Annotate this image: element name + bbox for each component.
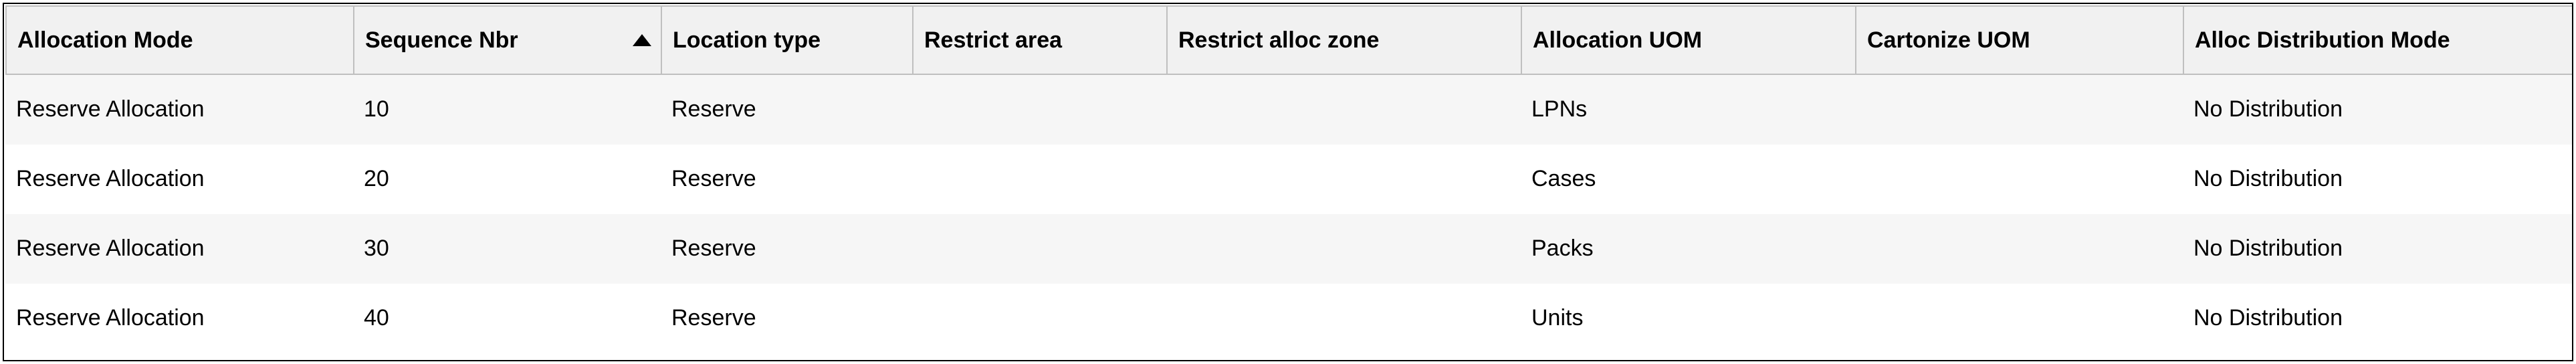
cell-allocation-mode: Reserve Allocation: [5, 145, 353, 214]
cell-restrict-area: [912, 214, 1166, 284]
cell-restrict-area: [912, 284, 1166, 353]
column-header-cartonize-uom[interactable]: Cartonize UOM: [1855, 5, 2183, 75]
column-header-label: Location type: [673, 27, 821, 53]
cell-allocation-mode: Reserve Allocation: [5, 284, 353, 353]
cell-restrict-alloc-zone: [1166, 145, 1521, 214]
cell-location-type: Reserve: [661, 75, 912, 145]
column-header-label: Sequence Nbr: [365, 27, 518, 53]
cell-location-type: Reserve: [661, 214, 912, 284]
sort-ascending-icon: [633, 34, 651, 46]
column-header-restrict-area[interactable]: Restrict area: [912, 5, 1166, 75]
table-row[interactable]: Reserve Allocation 20 Reserve Cases No D…: [5, 145, 2573, 214]
cell-restrict-alloc-zone: [1166, 214, 1521, 284]
cell-allocation-mode: Reserve Allocation: [5, 75, 353, 145]
cell-alloc-distribution-mode: No Distribution: [2183, 214, 2573, 284]
cell-allocation-uom: Packs: [1521, 214, 1855, 284]
cell-allocation-uom: Units: [1521, 284, 1855, 353]
column-header-label: Cartonize UOM: [1867, 27, 2030, 53]
cell-restrict-alloc-zone: [1166, 75, 1521, 145]
column-header-label: Restrict alloc zone: [1178, 27, 1379, 53]
cell-cartonize-uom: [1855, 284, 2183, 353]
cell-allocation-uom: LPNs: [1521, 75, 1855, 145]
cell-location-type: Reserve: [661, 284, 912, 353]
table-row[interactable]: Reserve Allocation 30 Reserve Packs No D…: [5, 214, 2573, 284]
cell-cartonize-uom: [1855, 214, 2183, 284]
column-header-location-type[interactable]: Location type: [661, 5, 912, 75]
cell-allocation-uom: Cases: [1521, 145, 1855, 214]
table-body: Reserve Allocation 10 Reserve LPNs No Di…: [5, 75, 2573, 353]
column-header-label: Restrict area: [924, 27, 1062, 53]
column-header-label: Allocation UOM: [1533, 27, 1702, 53]
cell-restrict-area: [912, 75, 1166, 145]
cell-sequence-nbr: 20: [353, 145, 661, 214]
allocation-rules-table: Allocation Mode Sequence Nbr Location ty…: [5, 5, 2573, 353]
cell-sequence-nbr: 30: [353, 214, 661, 284]
column-header-label: Alloc Distribution Mode: [2195, 27, 2450, 53]
cell-location-type: Reserve: [661, 145, 912, 214]
cell-cartonize-uom: [1855, 75, 2183, 145]
cell-restrict-alloc-zone: [1166, 284, 1521, 353]
cell-restrict-area: [912, 145, 1166, 214]
table-row[interactable]: Reserve Allocation 40 Reserve Units No D…: [5, 284, 2573, 353]
table-row[interactable]: Reserve Allocation 10 Reserve LPNs No Di…: [5, 75, 2573, 145]
column-header-restrict-alloc-zone[interactable]: Restrict alloc zone: [1166, 5, 1521, 75]
cell-alloc-distribution-mode: No Distribution: [2183, 284, 2573, 353]
column-header-sequence-nbr[interactable]: Sequence Nbr: [353, 5, 661, 75]
cell-alloc-distribution-mode: No Distribution: [2183, 75, 2573, 145]
cell-allocation-mode: Reserve Allocation: [5, 214, 353, 284]
column-header-alloc-distribution-mode[interactable]: Alloc Distribution Mode: [2183, 5, 2573, 75]
cell-alloc-distribution-mode: No Distribution: [2183, 145, 2573, 214]
cell-sequence-nbr: 40: [353, 284, 661, 353]
column-header-label: Allocation Mode: [17, 27, 193, 53]
column-header-allocation-mode[interactable]: Allocation Mode: [5, 5, 353, 75]
allocation-rules-table-container: Allocation Mode Sequence Nbr Location ty…: [3, 3, 2573, 361]
cell-cartonize-uom: [1855, 145, 2183, 214]
table-header-row: Allocation Mode Sequence Nbr Location ty…: [5, 5, 2573, 75]
cell-sequence-nbr: 10: [353, 75, 661, 145]
column-header-allocation-uom[interactable]: Allocation UOM: [1521, 5, 1855, 75]
